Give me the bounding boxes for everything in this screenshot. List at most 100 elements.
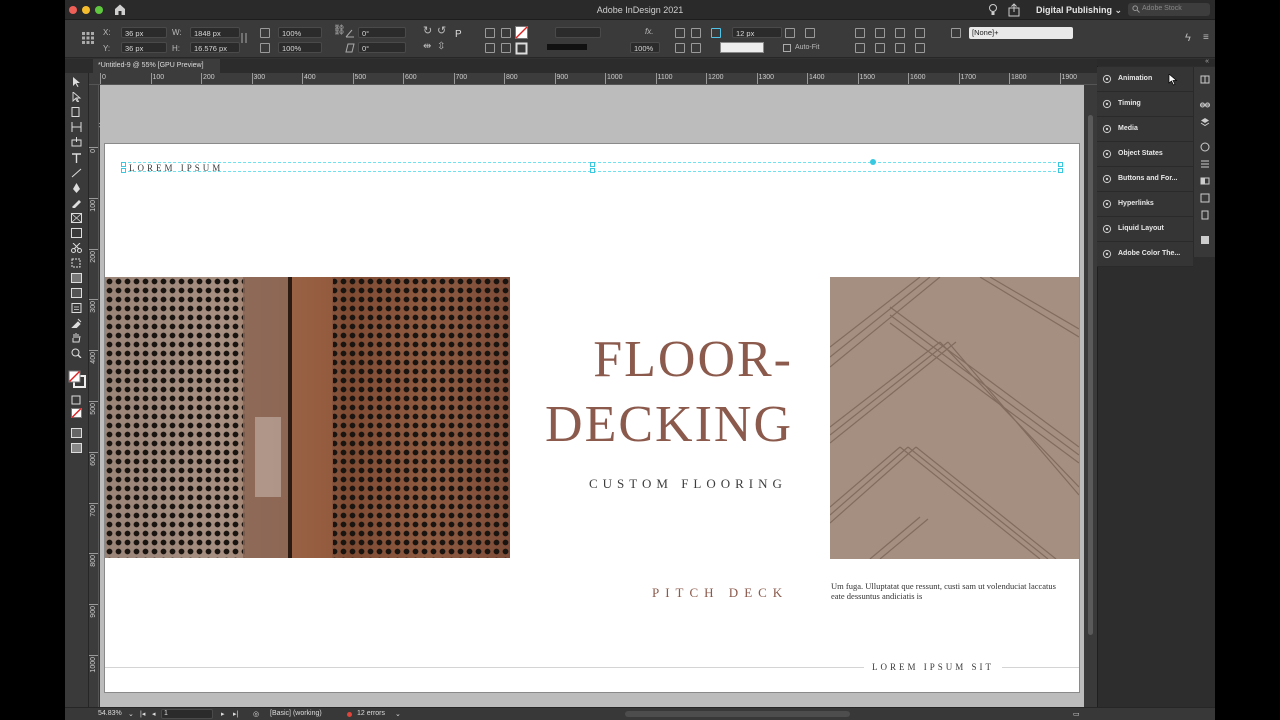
distribute-vcenter-icon[interactable]	[855, 43, 865, 53]
lightbulb-icon[interactable]	[987, 2, 999, 18]
preflight-profile[interactable]: [Basic] (working)	[270, 710, 322, 717]
panel-item[interactable]: Liquid Layout	[1097, 217, 1193, 242]
open-page-icon[interactable]: ◎	[253, 710, 259, 718]
screen-mode-icon[interactable]	[71, 428, 82, 438]
document-tab[interactable]: *Untitled-9 @ 55% [GPU Preview]	[93, 59, 220, 73]
panel-item[interactable]: Animation	[1097, 67, 1193, 92]
scale-x-field[interactable]: 100%	[278, 27, 322, 38]
frame-handle-top-center[interactable]	[590, 162, 595, 167]
vertical-scrollbar[interactable]	[1084, 85, 1097, 707]
layers-panel-icon[interactable]	[1200, 117, 1210, 127]
panel-item[interactable]: Media	[1097, 117, 1193, 142]
previous-page-icon[interactable]: ◂	[152, 710, 156, 718]
align-center-icon[interactable]	[691, 28, 701, 38]
panel-item[interactable]: Hyperlinks	[1097, 192, 1193, 217]
distribute-hcenter-icon[interactable]	[875, 28, 885, 38]
distribute-right-icon[interactable]	[895, 28, 905, 38]
stroke-type-preview[interactable]	[547, 44, 587, 50]
gap-tool-icon[interactable]	[71, 122, 82, 132]
direct-selection-tool-icon[interactable]	[71, 92, 82, 102]
line-tool-icon[interactable]	[71, 168, 82, 178]
distribute-bottom-icon[interactable]	[875, 43, 885, 53]
align-left-icon[interactable]	[675, 28, 685, 38]
panel-item[interactable]: Timing	[1097, 92, 1193, 117]
pen-tool-icon[interactable]	[71, 183, 82, 193]
preview-mode-icon[interactable]	[71, 443, 82, 453]
panel-item[interactable]: Object States	[1097, 142, 1193, 167]
x-position-field[interactable]: 36 px	[121, 27, 167, 38]
distribute-top-icon[interactable]	[915, 28, 925, 38]
panel-item[interactable]: Buttons and For...	[1097, 167, 1193, 192]
note-tool-icon[interactable]	[71, 303, 82, 313]
frame-handle-top-left[interactable]	[121, 162, 126, 167]
scale-y-field[interactable]: 100%	[278, 42, 322, 53]
text-frame-options-icon[interactable]	[711, 28, 721, 38]
links-panel-icon[interactable]	[1200, 100, 1210, 110]
select-content-icon[interactable]	[485, 43, 495, 53]
page-number-field[interactable]: 1	[161, 709, 213, 719]
rectangle-tool-icon[interactable]	[71, 228, 82, 238]
constrain-scale-icon[interactable]: ⛓	[333, 25, 346, 36]
lightning-icon[interactable]: ϟ	[1185, 32, 1191, 44]
width-field[interactable]: 1848 px	[190, 27, 240, 38]
distribute-left-icon[interactable]	[855, 28, 865, 38]
pencil-tool-icon[interactable]	[71, 198, 82, 208]
pages-panel-icon[interactable]	[1200, 75, 1210, 85]
free-transform-tool-icon[interactable]	[71, 258, 82, 268]
frame-corner-control[interactable]	[870, 159, 876, 165]
swatches-panel-icon[interactable]	[1200, 159, 1210, 169]
cc-panel-icon[interactable]	[1200, 235, 1210, 245]
hand-tool-icon[interactable]	[71, 333, 82, 343]
fill-none-swatch-icon[interactable]	[515, 26, 528, 39]
adobe-stock-search[interactable]: Adobe Stock	[1128, 3, 1210, 16]
cc-libraries-icon[interactable]	[1200, 193, 1210, 203]
horizontal-scrollbar[interactable]	[625, 711, 850, 717]
eyedropper-tool-icon[interactable]	[71, 318, 82, 328]
y-position-field[interactable]: 36 px	[121, 42, 167, 53]
align-vcenter-icon[interactable]	[805, 28, 815, 38]
flip-horizontal-icon[interactable]: ⇹	[423, 41, 431, 52]
zoom-dropdown-icon[interactable]: ⌄	[128, 710, 134, 718]
next-page-icon[interactable]: ▸	[221, 710, 225, 718]
preflight-errors[interactable]: 12 errors	[357, 710, 385, 717]
workspace-switcher[interactable]: Digital Publishing ⌄	[1036, 5, 1122, 16]
effects-icon[interactable]: fx.	[645, 27, 653, 36]
formatting-affects-container-icon[interactable]	[71, 395, 82, 405]
frame-handle-bottom-center[interactable]	[590, 168, 595, 173]
corner-shape-dropdown[interactable]	[720, 42, 764, 53]
rotation-angle-field[interactable]: 0°	[358, 27, 406, 38]
first-page-icon[interactable]: |◂	[140, 710, 145, 718]
select-next-icon[interactable]	[501, 28, 511, 38]
opacity-field[interactable]: 100%	[630, 42, 660, 53]
distribute-spacing-icon[interactable]	[895, 43, 905, 53]
frame-handle-bottom-left[interactable]	[121, 168, 126, 173]
selection-tool-icon[interactable]	[71, 77, 82, 87]
fit-frame-icon[interactable]	[691, 43, 701, 53]
properties-panel-icon[interactable]	[1200, 210, 1210, 220]
vertical-scroll-thumb[interactable]	[1088, 115, 1093, 635]
page-tool-icon[interactable]	[71, 107, 82, 117]
concrete-chevron-image[interactable]	[830, 277, 1079, 559]
share-icon[interactable]	[1007, 2, 1021, 18]
rotate-ccw-icon[interactable]: ↺	[437, 24, 446, 37]
stroke-weight-field[interactable]: 12 px	[732, 27, 782, 38]
document-page[interactable]: LOREM IPSUM FLOOR- DECKING CUSTOM FLOORI…	[105, 144, 1079, 692]
rotate-cw-icon[interactable]: ↻	[423, 24, 432, 37]
pasteboard[interactable]: LOREM IPSUM FLOOR- DECKING CUSTOM FLOORI…	[100, 85, 1092, 707]
stroke-swatch-icon[interactable]	[515, 42, 528, 55]
last-page-icon[interactable]: ▸|	[233, 710, 238, 718]
color-panel-icon[interactable]	[1200, 176, 1210, 186]
collapse-panels-icon[interactable]: «	[1205, 58, 1209, 65]
gradient-feather-tool-icon[interactable]	[71, 288, 82, 298]
apply-none-icon[interactable]	[71, 408, 82, 418]
frame-handle-top-right[interactable]	[1058, 162, 1063, 167]
select-container-icon[interactable]: P	[455, 29, 462, 40]
height-field[interactable]: 16.576 px	[190, 42, 240, 53]
toggle-panels-icon[interactable]: ▭	[1073, 710, 1080, 718]
shear-angle-field[interactable]: 0°	[358, 42, 406, 53]
type-tool-icon[interactable]	[71, 153, 82, 163]
zoom-level[interactable]: 54.83%	[98, 710, 122, 717]
frame-handle-bottom-right[interactable]	[1058, 168, 1063, 173]
gradient-swatch-tool-icon[interactable]	[71, 273, 82, 283]
perforated-metal-image[interactable]	[105, 277, 510, 558]
